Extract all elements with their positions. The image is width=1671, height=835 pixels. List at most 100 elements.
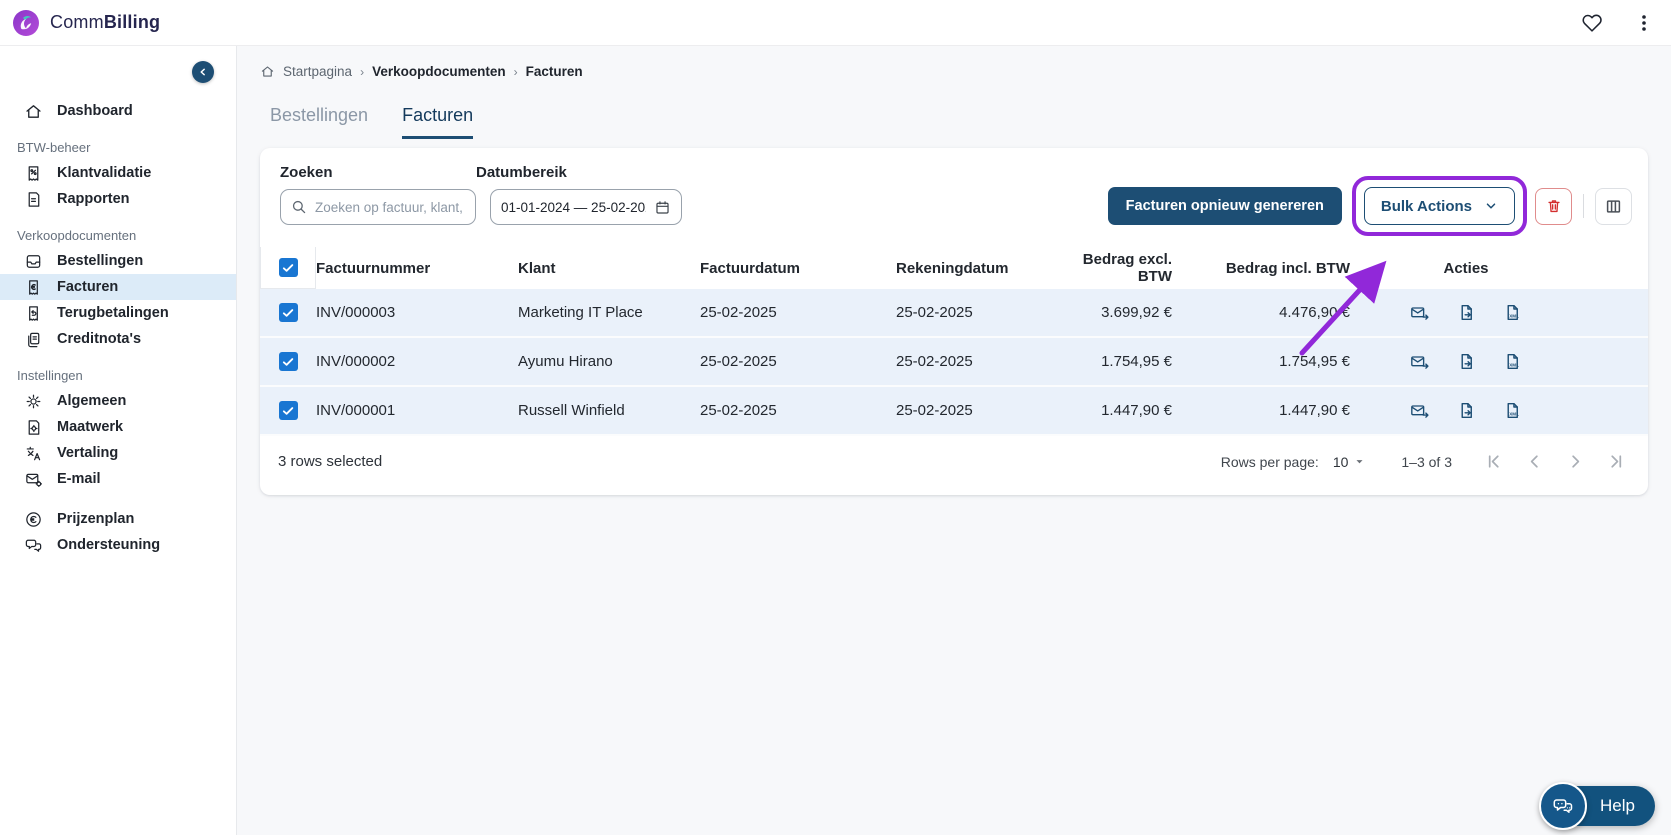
date-range-input[interactable] [501, 199, 646, 215]
next-page-button[interactable] [1566, 452, 1585, 471]
breadcrumb-verkoopdocumenten[interactable]: Verkoopdocumenten [372, 64, 506, 79]
search-input[interactable] [315, 199, 465, 215]
topbar: CommBilling [0, 0, 1671, 46]
send-email-button[interactable] [1410, 401, 1430, 421]
select-all-checkbox[interactable] [278, 258, 298, 277]
regenerate-invoices-button[interactable]: Facturen opnieuw genereren [1107, 187, 1342, 225]
cell-invoice-number: INV/000002 [316, 353, 396, 370]
chevron-right-icon [1572, 455, 1580, 468]
sidebar-item-maatwerk[interactable]: Maatwerk [0, 414, 236, 440]
gear-icon [26, 394, 41, 408]
app-logo[interactable]: CommBilling [12, 9, 160, 37]
send-email-button[interactable] [1410, 352, 1430, 372]
pagination-range: 1–3 of 3 [1401, 453, 1452, 470]
table-header-row: Factuurnummer Klant Factuurdatum Rekenin… [260, 247, 1648, 289]
sidebar-group-instellingen: Instellingen [17, 367, 83, 383]
header-bedrag-excl: Bedrag excl. BTW [1082, 251, 1172, 285]
breadcrumb-separator: › [360, 64, 365, 79]
cell-amount-incl: 1.447,90 € [1279, 402, 1350, 419]
sidebar-item-facturen[interactable]: Facturen [0, 274, 236, 300]
chevron-down-icon [1486, 203, 1496, 209]
sidebar-item-dashboard[interactable]: Dashboard [0, 98, 236, 124]
cell-amount-excl: 1.447,90 € [1101, 402, 1172, 419]
sidebar-item-label: E-mail [57, 471, 101, 487]
cell-billing-date: 25-02-2025 [896, 353, 973, 370]
file-export-icon [1461, 353, 1472, 369]
export-pdf-button[interactable] [1457, 352, 1476, 372]
sidebar-item-ondersteuning[interactable]: Ondersteuning [0, 532, 236, 558]
sidebar-item-prijzenplan[interactable]: Prijzenplan [0, 506, 236, 532]
last-page-button[interactable] [1607, 452, 1626, 471]
chevron-left-icon [1530, 455, 1538, 468]
app-title: CommBilling [50, 12, 161, 32]
cell-client: Russell Winfield [518, 402, 625, 419]
table-row[interactable]: INV/000003 Marketing IT Place 25-02-2025… [260, 289, 1648, 338]
cell-amount-incl: 1.754,95 € [1279, 353, 1350, 370]
columns-icon [1606, 199, 1621, 213]
cell-amount-incl: 4.476,90 € [1279, 304, 1350, 321]
sidebar-item-creditnotas[interactable]: Creditnota's [0, 326, 236, 352]
sidebar-item-vertaling[interactable]: Vertaling [0, 440, 236, 466]
euro-circle-icon [26, 511, 41, 527]
row-checkbox[interactable] [278, 352, 298, 371]
rows-per-page-value: 10 [1332, 453, 1349, 470]
sidebar-item-label: Vertaling [57, 445, 119, 461]
sidebar: Dashboard BTW-beheer Klantvalidatie Rapp… [0, 46, 237, 835]
check-icon [282, 406, 294, 415]
row-checkbox[interactable] [278, 303, 298, 322]
breadcrumb-startpagina[interactable]: Startpagina [283, 64, 352, 79]
support-chat-icon [25, 539, 42, 552]
date-range-field[interactable] [490, 189, 682, 225]
send-email-button[interactable] [1410, 303, 1430, 323]
selected-rows-text: 3 rows selected [278, 453, 383, 470]
export-pdf-button[interactable] [1457, 401, 1476, 421]
bulk-actions-button[interactable]: Bulk Actions [1363, 187, 1515, 225]
sidebar-collapse-button[interactable] [192, 61, 214, 83]
mail-send-icon [1411, 355, 1429, 369]
export-xml-button[interactable]: XML [1503, 352, 1522, 372]
sidebar-item-algemeen[interactable]: Algemeen [0, 388, 236, 414]
breadcrumb-facturen: Facturen [525, 64, 583, 79]
breadcrumb-separator: › [513, 64, 518, 79]
sidebar-item-label: Rapporten [57, 191, 130, 207]
search-icon [292, 200, 306, 214]
export-pdf-button[interactable] [1457, 303, 1476, 323]
sidebar-group-verkoop: Verkoopdocumenten [17, 227, 137, 243]
row-checkbox[interactable] [278, 401, 298, 420]
trash-icon [1547, 200, 1560, 213]
logo-icon [13, 9, 39, 36]
sidebar-item-label: Ondersteuning [57, 537, 161, 553]
invoice-euro-icon [29, 279, 38, 295]
more-menu-button[interactable] [1633, 11, 1655, 35]
rows-per-page-select[interactable]: 10 [1333, 454, 1366, 470]
favorites-button[interactable] [1579, 10, 1605, 36]
invoices-card: Zoeken Datumbereik [260, 148, 1648, 495]
prev-page-button[interactable] [1525, 452, 1544, 471]
sidebar-item-klantvalidatie[interactable]: Klantvalidatie [0, 160, 236, 186]
sidebar-item-email[interactable]: E-mail [0, 466, 236, 492]
delete-selected-button[interactable] [1535, 187, 1572, 225]
date-range-label: Datumbereik [476, 164, 567, 181]
mail-send-icon [1411, 306, 1429, 320]
export-xml-button[interactable]: XML [1503, 303, 1522, 323]
tab-bestellingen[interactable]: Bestellingen [270, 105, 368, 139]
sidebar-item-label: Dashboard [57, 103, 133, 119]
file-gear-icon [28, 419, 40, 435]
check-icon [282, 357, 294, 366]
help-button[interactable]: Help [1539, 782, 1655, 830]
sidebar-item-rapporten[interactable]: Rapporten [0, 186, 236, 212]
table-row[interactable]: INV/000002 Ayumu Hirano 25-02-2025 25-02… [260, 338, 1648, 387]
sidebar-item-label: Prijzenplan [57, 511, 135, 527]
sidebar-item-label: Algemeen [57, 393, 127, 409]
sidebar-item-bestellingen[interactable]: Bestellingen [0, 248, 236, 274]
column-settings-button[interactable] [1595, 187, 1632, 225]
sidebar-item-terugbetalingen[interactable]: Terugbetalingen [0, 300, 236, 326]
annotation-highlight-box: Bulk Actions [1351, 176, 1527, 236]
tab-facturen[interactable]: Facturen [402, 105, 474, 139]
first-page-button[interactable] [1484, 452, 1503, 471]
table-row[interactable]: INV/000001 Russell Winfield 25-02-2025 2… [260, 387, 1648, 436]
search-field[interactable] [280, 189, 476, 225]
export-xml-button[interactable]: XML [1503, 401, 1522, 421]
cell-client: Ayumu Hirano [518, 353, 613, 370]
cell-invoice-number: INV/000003 [316, 304, 396, 321]
